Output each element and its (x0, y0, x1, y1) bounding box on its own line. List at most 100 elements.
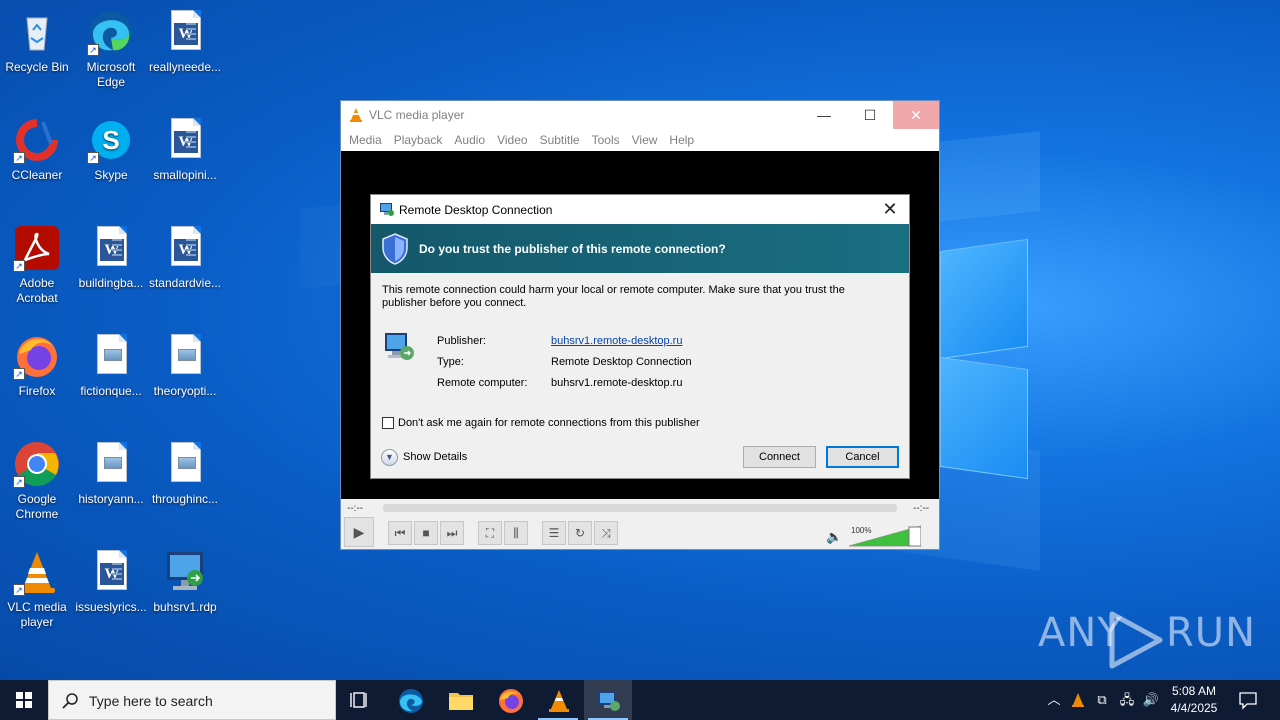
device-tray-icon[interactable]: ⧉ (1092, 680, 1112, 720)
volume-percent: 100% (851, 526, 872, 535)
shortcut-arrow-icon: ↗ (87, 44, 99, 56)
shortcut-arrow-icon: ↗ (13, 476, 25, 488)
remote-desktop-icon (598, 691, 620, 711)
previous-icon[interactable]: ⏮ (388, 521, 412, 545)
vlc-cone-icon: ↗ (13, 548, 61, 596)
notification-center-button[interactable] (1234, 680, 1262, 720)
connect-button[interactable]: Connect (743, 446, 816, 468)
taskbar-edge[interactable] (386, 680, 434, 720)
dont-ask-label[interactable]: Don't ask me again for remote connection… (398, 417, 700, 429)
desktop-icon-ccleaner[interactable]: ↗ CCleaner (0, 116, 74, 183)
desktop-icon-label: Skype (94, 168, 128, 182)
taskbar-file-explorer[interactable] (436, 680, 484, 720)
desktop-icon-adobe-acrobat[interactable]: ↗ Adobe Acrobat (0, 224, 74, 306)
desktop-icon-label: smallopini... (153, 168, 217, 182)
cancel-button[interactable]: Cancel (826, 446, 899, 468)
menu-view[interactable]: View (628, 129, 666, 151)
clock-date: 4/4/2025 (1170, 701, 1218, 715)
shuffle-icon[interactable]: ⤨ (594, 521, 618, 545)
close-button[interactable]: ✕ (879, 198, 901, 220)
menu-video[interactable]: Video (493, 129, 535, 151)
desktop-icon-recycle-bin[interactable]: Recycle Bin (0, 8, 74, 75)
taskbar-search-box[interactable]: Type here to search (48, 680, 336, 720)
desktop-icon-throughinc[interactable]: throughinc... (148, 440, 222, 507)
type-label: Type: (437, 356, 464, 368)
desktop-icon-label: reallyneede... (148, 60, 222, 74)
search-icon (62, 693, 78, 709)
desktop-icon-skype[interactable]: S ↗ Skype (74, 116, 148, 183)
speaker-icon[interactable]: 🔈 (826, 529, 842, 545)
desktop-icon-label: Recycle Bin (5, 60, 69, 74)
shortcut-arrow-icon: ↗ (13, 152, 25, 164)
task-view-button[interactable] (336, 680, 384, 720)
desktop-icon-vlc[interactable]: ↗ VLC media player (0, 548, 74, 630)
desktop-icon-label: buildingba... (78, 276, 144, 290)
clock-time: 5:08 AM (1171, 684, 1217, 698)
desktop-icon-label: theoryopti... (153, 384, 217, 398)
close-button[interactable]: ✕ (893, 101, 939, 129)
windows-start-icon (16, 692, 32, 708)
desktop-icon-fictionque[interactable]: fictionque... (74, 332, 148, 399)
firefox-icon: ↗ (13, 332, 61, 380)
vlc-titlebar[interactable]: VLC media player — ☐ ✕ (341, 101, 939, 129)
network-icon[interactable]: 🖧 (1116, 680, 1138, 720)
svg-text:S: S (102, 125, 119, 155)
taskbar-vlc[interactable] (534, 680, 582, 720)
minimize-button[interactable]: — (801, 101, 847, 129)
playlist-icon[interactable]: ☰ (542, 521, 566, 545)
type-value: Remote Desktop Connection (551, 356, 692, 368)
desktop-icon-buhsrv1-rdp[interactable]: buhsrv1.rdp (148, 548, 222, 615)
volume-icon[interactable]: 🔊 (1140, 680, 1162, 720)
maximize-button[interactable]: ☐ (847, 101, 893, 129)
menu-playback[interactable]: Playback (390, 129, 451, 151)
play-button[interactable]: ▶ (344, 517, 374, 547)
taskbar-clock[interactable]: 5:08 AM 4/4/2025 (1164, 683, 1224, 717)
start-button[interactable] (0, 680, 48, 720)
menu-subtitle[interactable]: Subtitle (536, 129, 588, 151)
menu-audio[interactable]: Audio (450, 129, 493, 151)
windows-logo-wallpaper (940, 235, 1030, 480)
ccleaner-icon: ↗ (13, 116, 61, 164)
desktop-icon-standardvie[interactable]: W standardvie... (148, 224, 222, 291)
menu-tools[interactable]: Tools (588, 129, 628, 151)
menu-media[interactable]: Media (345, 129, 390, 151)
desktop-icon-label: fictionque... (80, 384, 142, 398)
desktop-icon-microsoft-edge[interactable]: ↗ Microsoft Edge (74, 8, 148, 90)
adobe-acrobat-icon: ↗ (13, 224, 61, 272)
desktop-icon-historyann[interactable]: historyann... (74, 440, 148, 507)
vlc-cone-icon (350, 108, 362, 122)
fullscreen-icon[interactable]: ⛶ (478, 521, 502, 545)
desktop-icon-label: VLC media player (7, 600, 67, 629)
dialog-title: Remote Desktop Connection (399, 203, 553, 217)
next-icon[interactable]: ⏭ (440, 521, 464, 545)
dont-ask-checkbox[interactable] (382, 417, 394, 429)
task-view-icon (350, 692, 367, 708)
show-hidden-icons-chevron-up-icon[interactable]: ︿ (1044, 680, 1064, 720)
publisher-link[interactable]: buhsrv1.remote-desktop.ru (551, 335, 682, 347)
rdp-titlebar[interactable]: Remote Desktop Connection ✕ (371, 195, 909, 224)
show-details-toggle[interactable]: Show Details (403, 451, 467, 463)
desktop-icon-label: issueslyrics... (75, 600, 147, 614)
word-document-icon: W (161, 224, 209, 272)
remote-computer-icon (385, 333, 414, 360)
menu-help[interactable]: Help (665, 129, 702, 151)
stop-icon[interactable]: ■ (414, 521, 438, 545)
desktop-icon-theoryopti[interactable]: theoryopti... (148, 332, 222, 399)
desktop-icon-smallopini[interactable]: W smallopini... (148, 116, 222, 183)
vlc-tray-icon[interactable] (1068, 680, 1088, 720)
taskbar-remote-desktop[interactable] (584, 680, 632, 720)
desktop-icon-google-chrome[interactable]: ↗ Google Chrome (0, 440, 74, 522)
time-total: --:-- (913, 503, 930, 514)
taskbar-firefox[interactable] (486, 680, 534, 720)
seek-slider[interactable] (383, 504, 897, 512)
desktop-icon-firefox[interactable]: ↗ Firefox (0, 332, 74, 399)
image-file-icon (161, 332, 209, 380)
desktop-icon-label: Adobe Acrobat (16, 276, 58, 305)
extended-settings-icon[interactable]: ⫼ (504, 521, 528, 545)
desktop-icon-reallyneede[interactable]: W reallyneede... (148, 8, 222, 75)
chevron-down-icon[interactable]: ▼ (381, 449, 398, 466)
image-file-icon (87, 332, 135, 380)
loop-icon[interactable]: ↻ (568, 521, 592, 545)
desktop-icon-buildingba[interactable]: W buildingba... (74, 224, 148, 291)
desktop-icon-issueslyrics[interactable]: W issueslyrics... (74, 548, 148, 615)
